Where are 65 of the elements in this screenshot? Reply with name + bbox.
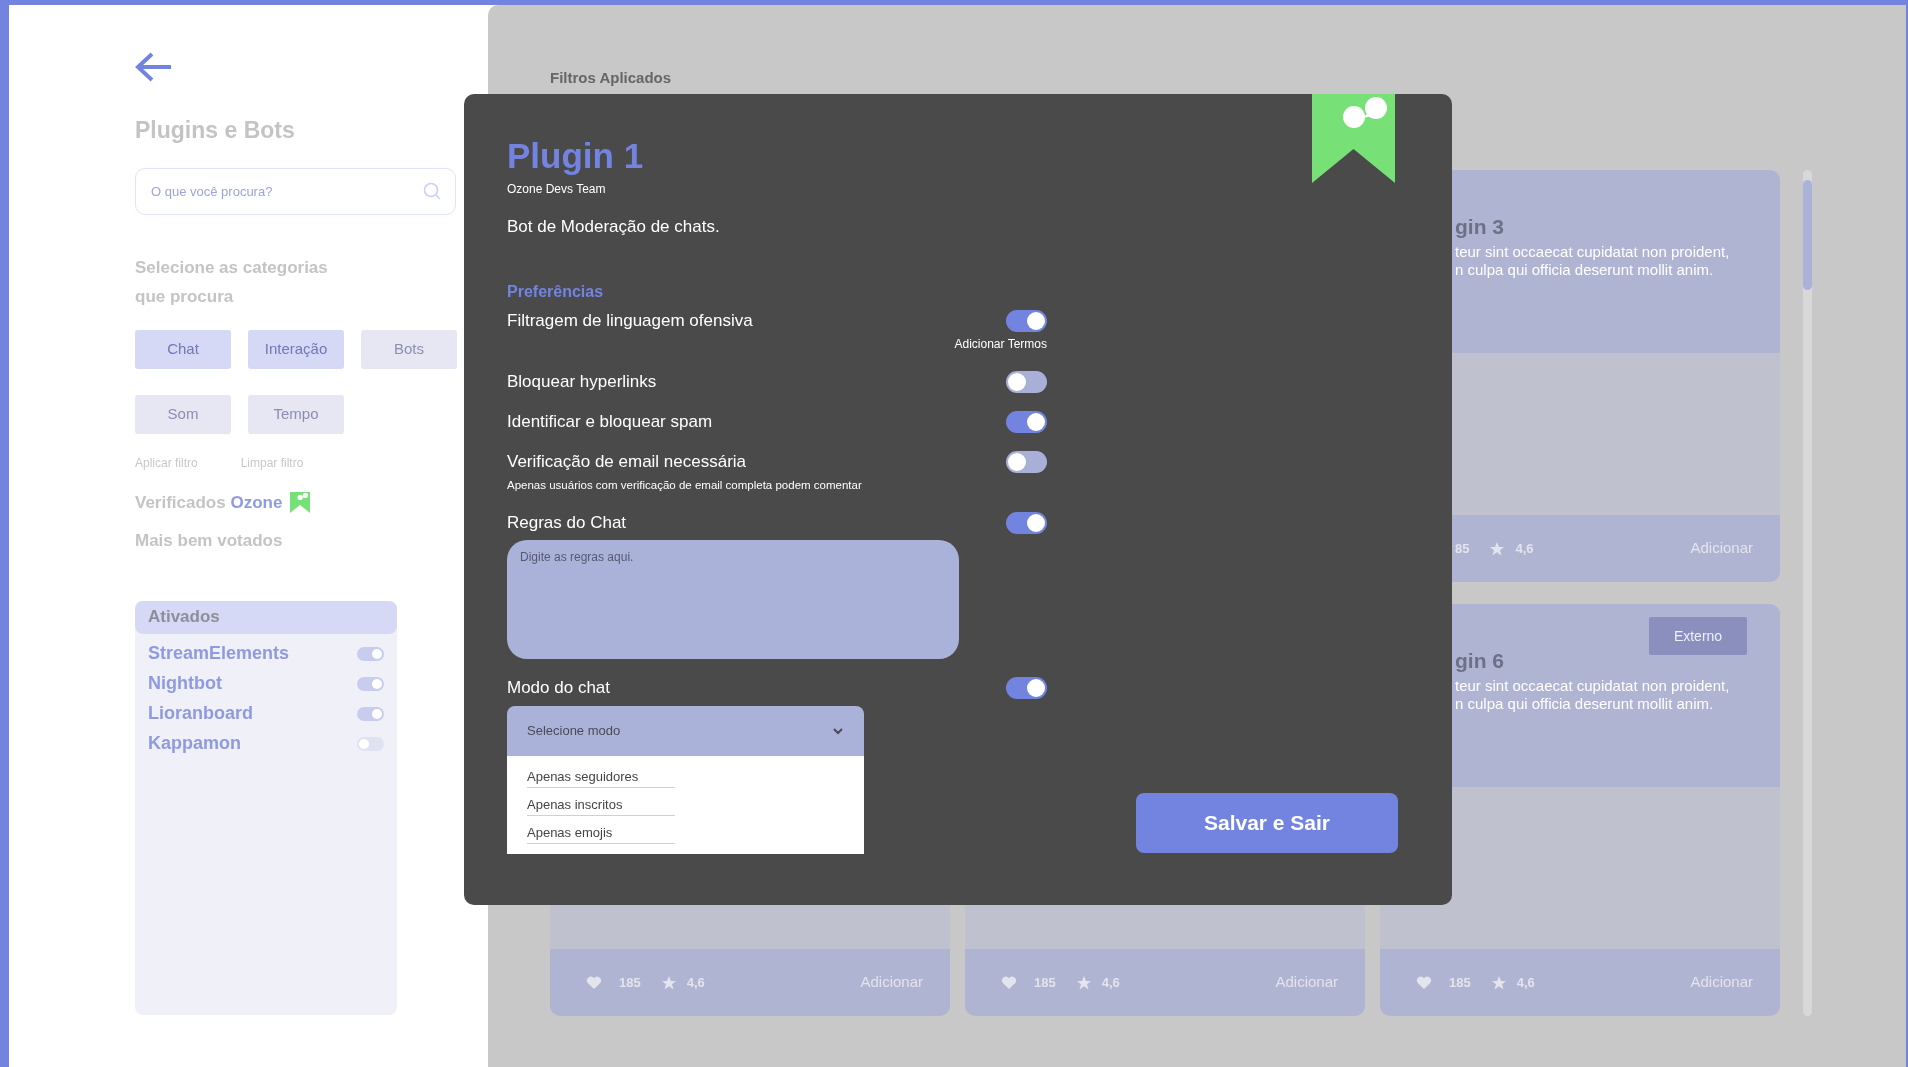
preference-label: Modo do chat — [507, 677, 610, 699]
chevron-down-icon — [832, 726, 844, 735]
section-heading: Selecione as categorias que procura — [135, 256, 329, 308]
toggle-switch[interactable] — [357, 646, 384, 661]
toggle-switch[interactable] — [1006, 410, 1047, 433]
search-icon — [423, 181, 441, 200]
category-chip[interactable]: Bots — [361, 329, 457, 369]
plugin-name: Nightbot — [148, 672, 222, 695]
rules-textarea[interactable]: Digite as regras aqui. — [507, 539, 959, 659]
save-button[interactable]: Salvar e Sair — [1136, 793, 1398, 853]
plugin-name: Kappamon — [148, 732, 241, 755]
scrollbar-thumb[interactable] — [1803, 180, 1812, 290]
toggle-switch[interactable] — [357, 676, 384, 691]
external-button[interactable]: Externo — [1649, 617, 1747, 655]
card-description: teur sint occaecat cupidatat non proident, — [1455, 243, 1731, 261]
preference-label: Regras do Chat — [507, 512, 627, 534]
star-icon — [660, 974, 677, 991]
section-heading: Preferências — [507, 281, 605, 302]
plugin-name: StreamElements — [148, 642, 290, 665]
toggle-switch[interactable] — [1006, 309, 1047, 332]
toggle-switch[interactable] — [1006, 511, 1047, 534]
preference-label: Identificar e bloquear spam — [507, 410, 713, 433]
star-icon — [1489, 540, 1506, 557]
toggle-switch[interactable] — [357, 706, 384, 721]
star-icon — [1490, 974, 1507, 991]
star-icon — [1075, 974, 1092, 991]
scrollbar[interactable] — [1803, 170, 1812, 1016]
filters-heading: Filtros Aplicados — [550, 68, 673, 85]
plugin-name: Lioranboard — [148, 702, 253, 725]
heart-icon — [1001, 974, 1017, 991]
card-title: gin 6 — [1455, 648, 1505, 674]
card-title: gin 3 — [1455, 214, 1505, 240]
plugin-description: Bot de Moderação de chats. — [507, 216, 721, 238]
toggle-switch[interactable] — [1006, 450, 1047, 473]
card-description: n culpa qui officia deserunt mollit anim. — [1455, 261, 1715, 279]
category-chip[interactable]: Som — [135, 394, 231, 434]
search-field[interactable]: O que você procura? — [135, 167, 456, 215]
preference-label: Bloquear hyperlinks — [507, 370, 657, 393]
mode-select[interactable]: Selecione modo — [507, 705, 864, 756]
card-description: n culpa qui officia deserunt mollit anim. — [1455, 695, 1715, 713]
bookmark-icon — [290, 491, 311, 513]
dropdown-option[interactable]: Apenas seguidores — [527, 766, 675, 788]
preference-label: Filtragem de linguagem ofensiva — [507, 309, 753, 332]
back-arrow-icon[interactable] — [135, 51, 173, 83]
verified-filter[interactable]: Verificados Ozone — [135, 489, 283, 515]
heart-icon — [586, 974, 602, 991]
toggle-switch[interactable] — [1006, 370, 1047, 393]
preference-note: Apenas usuários com verificação de email completa podem comentar — [507, 477, 863, 493]
page-title: Plugins e Bots — [135, 116, 295, 145]
add-terms-link[interactable]: Adicionar Termos — [954, 334, 1047, 353]
top-voted-filter[interactable]: Mais bem votados — [135, 528, 283, 554]
heart-icon — [1416, 974, 1432, 991]
author-name: Ozone Devs Team — [507, 181, 607, 198]
category-chip[interactable]: Chat — [135, 329, 231, 369]
category-chip[interactable]: Interação — [248, 329, 344, 369]
card-description: teur sint occaecat cupidatat non proident, — [1455, 677, 1731, 695]
dropdown-option[interactable]: Apenas emojis — [527, 822, 675, 844]
panel-header: Ativados — [135, 600, 397, 634]
bookmark-badge-icon — [1312, 94, 1395, 183]
toggle-switch[interactable] — [1006, 676, 1047, 699]
category-chip[interactable]: Tempo — [248, 394, 344, 434]
toggle-switch[interactable] — [357, 736, 384, 751]
dropdown-option[interactable]: Apenas inscritos — [527, 794, 675, 816]
preference-label: Verificação de email necessária — [507, 450, 747, 473]
plugin-title: Plugin 1 — [507, 137, 645, 175]
